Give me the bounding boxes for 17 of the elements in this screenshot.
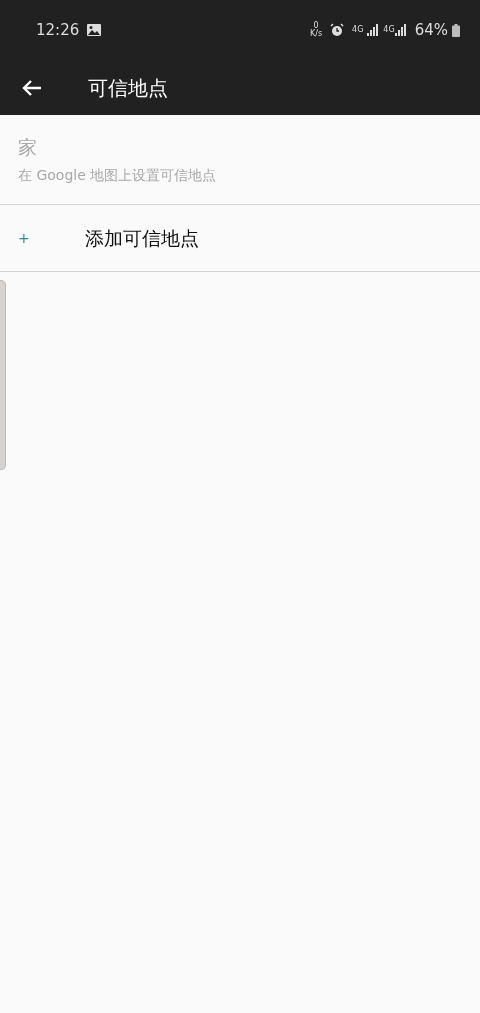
signal-icon — [367, 24, 380, 36]
signal-icon — [394, 24, 407, 36]
alarm-icon — [330, 23, 345, 37]
screen-title: 可信地点 — [88, 74, 168, 102]
place-title: 家 — [18, 134, 38, 160]
battery-level: 64% — [414, 19, 448, 41]
clock: 12:26 — [36, 19, 80, 41]
place-subtitle: 在 Google 地图上设置可信地点 — [18, 166, 218, 186]
battery-icon — [452, 23, 460, 37]
network-label: 4G — [383, 26, 395, 34]
edge-panel-handle[interactable] — [0, 280, 6, 470]
network-label: 4G — [352, 26, 364, 34]
image-icon — [87, 24, 102, 36]
add-place-item[interactable]: + 添加可信地点 — [18, 223, 199, 253]
speed-unit: K/s — [309, 30, 323, 38]
speed-value: 0 — [313, 22, 319, 30]
back-icon[interactable] — [22, 78, 42, 97]
